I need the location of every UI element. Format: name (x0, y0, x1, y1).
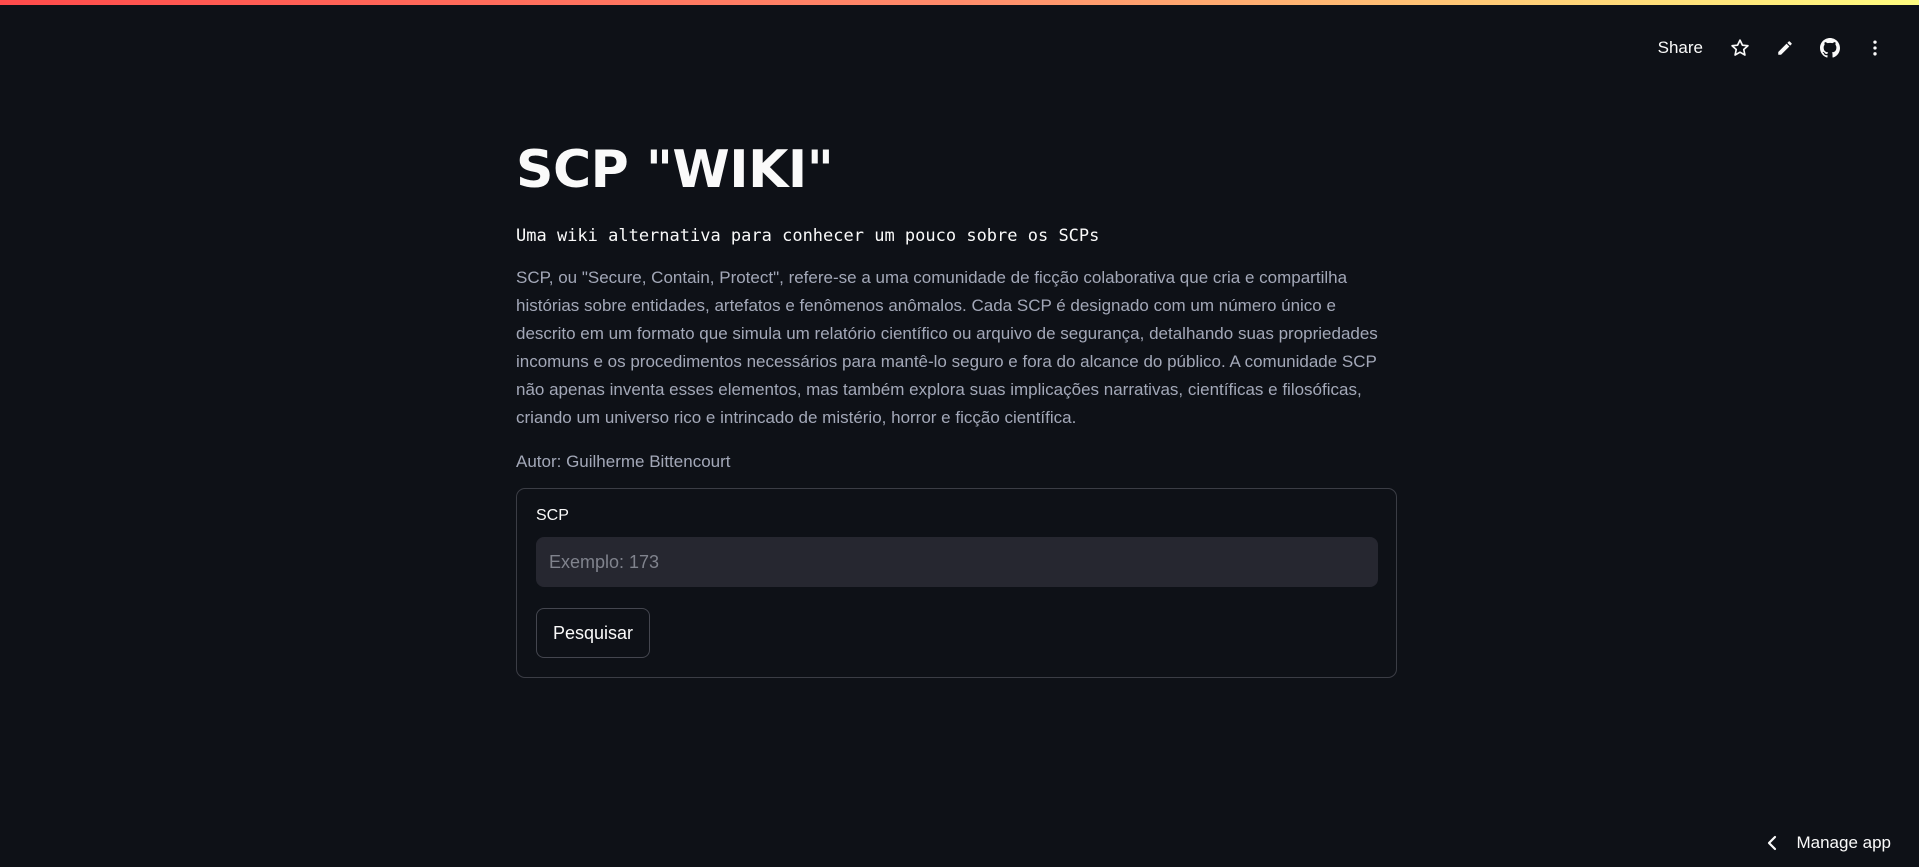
search-form: SCP Pesquisar (516, 488, 1397, 678)
main-content: SCP "WIKI" Uma wiki alternativa para con… (516, 140, 1397, 678)
page-title: SCP "WIKI" (516, 140, 834, 200)
top-decoration-bar (0, 0, 1919, 5)
search-button[interactable]: Pesquisar (536, 608, 651, 658)
scp-search-input[interactable] (536, 537, 1378, 587)
page-description: SCP, ou "Secure, Contain, Protect", refe… (516, 268, 1378, 427)
page-subtitle: Uma wiki alternativa para conhecer um po… (516, 226, 1100, 246)
pencil-icon[interactable] (1762, 30, 1807, 66)
share-button[interactable]: Share (1650, 32, 1711, 64)
manage-app-label: Manage app (1796, 833, 1891, 852)
chevron-left-icon (1766, 835, 1778, 851)
manage-app-button[interactable]: Manage app (1766, 833, 1891, 853)
app-toolbar: Share (1650, 30, 1897, 66)
star-icon[interactable] (1717, 30, 1762, 66)
author-text: Autor: Guilherme Bittencourt (516, 452, 731, 471)
more-vert-icon[interactable] (1852, 30, 1897, 66)
github-icon[interactable] (1807, 30, 1852, 66)
scp-field-label: SCP (536, 507, 569, 524)
